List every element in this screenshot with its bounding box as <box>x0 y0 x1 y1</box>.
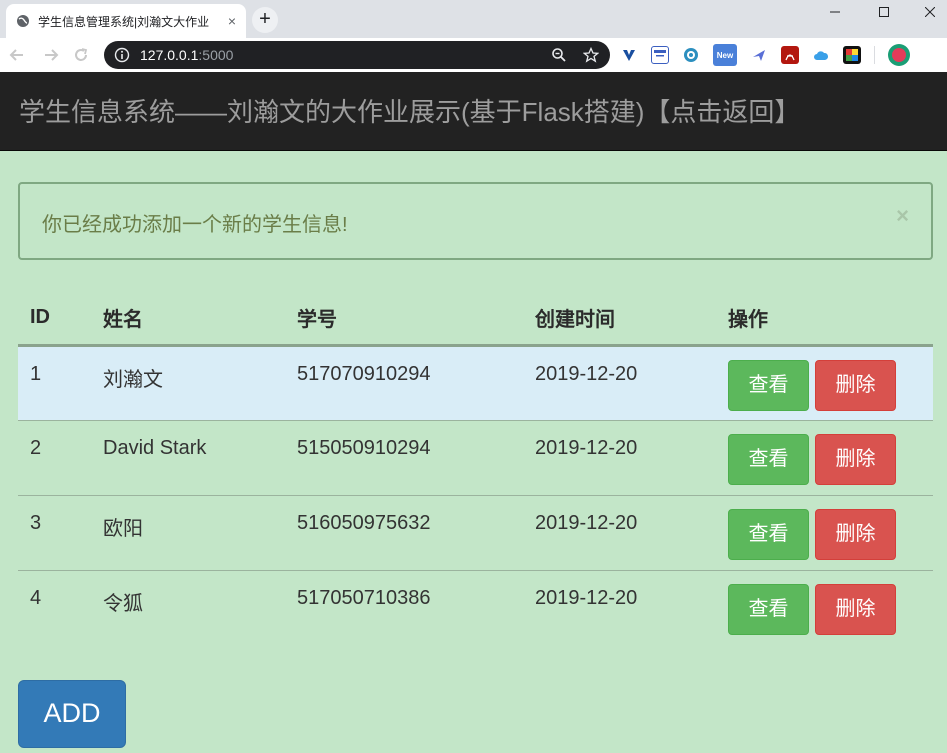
cell-id: 4 <box>18 570 91 646</box>
cell-student-number: 516050975632 <box>285 495 523 571</box>
cell-student-number: 515050910294 <box>285 420 523 496</box>
delete-button[interactable]: 删除 <box>815 584 896 635</box>
cloud-extension-icon[interactable] <box>812 46 830 64</box>
table-row: 4 令狐 517050710386 2019-12-20 查看 删除 <box>18 570 933 646</box>
window-extension-icon[interactable] <box>651 46 669 64</box>
new-tab-button[interactable]: + <box>252 7 278 33</box>
alert-message: 你已经成功添加一个新的学生信息! <box>42 214 348 236</box>
vpn-extension-icon[interactable] <box>620 46 638 64</box>
color-picker-extension-icon[interactable] <box>843 46 861 64</box>
url-port: :5000 <box>198 47 234 63</box>
target-extension-icon[interactable] <box>682 46 700 64</box>
globe-icon <box>16 14 30 28</box>
cell-created-time: 2019-12-20 <box>523 345 716 421</box>
cell-id: 2 <box>18 420 91 496</box>
view-button[interactable]: 查看 <box>728 360 809 411</box>
profile-avatar[interactable] <box>888 44 910 66</box>
minimize-icon[interactable] <box>812 0 858 24</box>
view-button[interactable]: 查看 <box>728 509 809 560</box>
bookmark-star-icon[interactable] <box>582 46 600 64</box>
brand-link[interactable]: 学生信息系统——刘瀚文的大作业展示(基于Flask搭建)【点击返回】 <box>19 96 800 128</box>
cell-actions: 查看 删除 <box>716 570 933 646</box>
cell-student-number: 517050710386 <box>285 570 523 646</box>
table-row: 1 刘瀚文 517070910294 2019-12-20 查看 删除 <box>18 345 933 421</box>
cell-created-time: 2019-12-20 <box>523 495 716 571</box>
view-button[interactable]: 查看 <box>728 584 809 635</box>
cell-name: 令狐 <box>91 570 285 646</box>
back-icon[interactable] <box>8 46 26 64</box>
cell-created-time: 2019-12-20 <box>523 420 716 496</box>
table-row: 3 欧阳 516050975632 2019-12-20 查看 删除 <box>18 495 933 571</box>
bird-extension-icon[interactable] <box>750 46 768 64</box>
delete-button[interactable]: 删除 <box>815 509 896 560</box>
cell-name: 欧阳 <box>91 495 285 571</box>
maximize-icon[interactable] <box>861 0 907 24</box>
browser-tabstrip: 学生信息管理系统|刘瀚文大作业 × + <box>0 0 947 38</box>
delete-button[interactable]: 删除 <box>815 360 896 411</box>
alert-close-icon[interactable]: × <box>896 204 909 228</box>
students-table: ID 姓名 学号 创建时间 操作 1 刘瀚文 517070910294 2019… <box>18 290 933 646</box>
forward-icon[interactable] <box>42 46 60 64</box>
tab-title: 学生信息管理系统|刘瀚文大作业 <box>38 14 210 29</box>
new-badge: New <box>716 50 734 60</box>
top-navbar: 学生信息系统——刘瀚文的大作业展示(基于Flask搭建)【点击返回】 <box>0 72 947 151</box>
address-bar[interactable]: 127.0.0.1 :5000 <box>104 41 610 69</box>
cell-actions: 查看 删除 <box>716 495 933 571</box>
add-student-button[interactable]: ADD <box>18 680 126 748</box>
cell-id: 3 <box>18 495 91 571</box>
toolbar-divider <box>874 46 875 64</box>
header-actions: 操作 <box>716 290 933 347</box>
browser-tab[interactable]: 学生信息管理系统|刘瀚文大作业 × <box>6 4 246 38</box>
table-header-row: ID 姓名 学号 创建时间 操作 <box>18 290 933 347</box>
zoom-icon[interactable] <box>550 46 568 64</box>
header-id: ID <box>18 290 91 347</box>
pdf-extension-icon[interactable] <box>781 46 799 64</box>
cell-actions: 查看 删除 <box>716 420 933 496</box>
header-student-number: 学号 <box>285 290 523 347</box>
new-extension-icon[interactable]: New <box>713 44 737 66</box>
cell-actions: 查看 删除 <box>716 345 933 421</box>
cell-student-number: 517070910294 <box>285 345 523 421</box>
info-icon[interactable] <box>114 47 130 63</box>
header-created-time: 创建时间 <box>523 290 716 347</box>
browser-toolbar: 127.0.0.1 :5000 New <box>0 38 947 72</box>
header-name: 姓名 <box>91 290 285 347</box>
window-close-icon[interactable] <box>907 0 947 24</box>
view-button[interactable]: 查看 <box>728 434 809 485</box>
table-row: 2 David Stark 515050910294 2019-12-20 查看… <box>18 420 933 496</box>
tab-close-icon[interactable]: × <box>228 13 236 29</box>
url-host: 127.0.0.1 <box>140 47 199 63</box>
cell-id: 1 <box>18 345 91 421</box>
success-alert: 你已经成功添加一个新的学生信息! × <box>18 182 933 260</box>
reload-icon[interactable] <box>72 46 90 64</box>
cell-name: 刘瀚文 <box>91 345 285 421</box>
cell-name: David Stark <box>91 420 285 496</box>
cell-created-time: 2019-12-20 <box>523 570 716 646</box>
extension-tray: New <box>620 44 923 66</box>
delete-button[interactable]: 删除 <box>815 434 896 485</box>
